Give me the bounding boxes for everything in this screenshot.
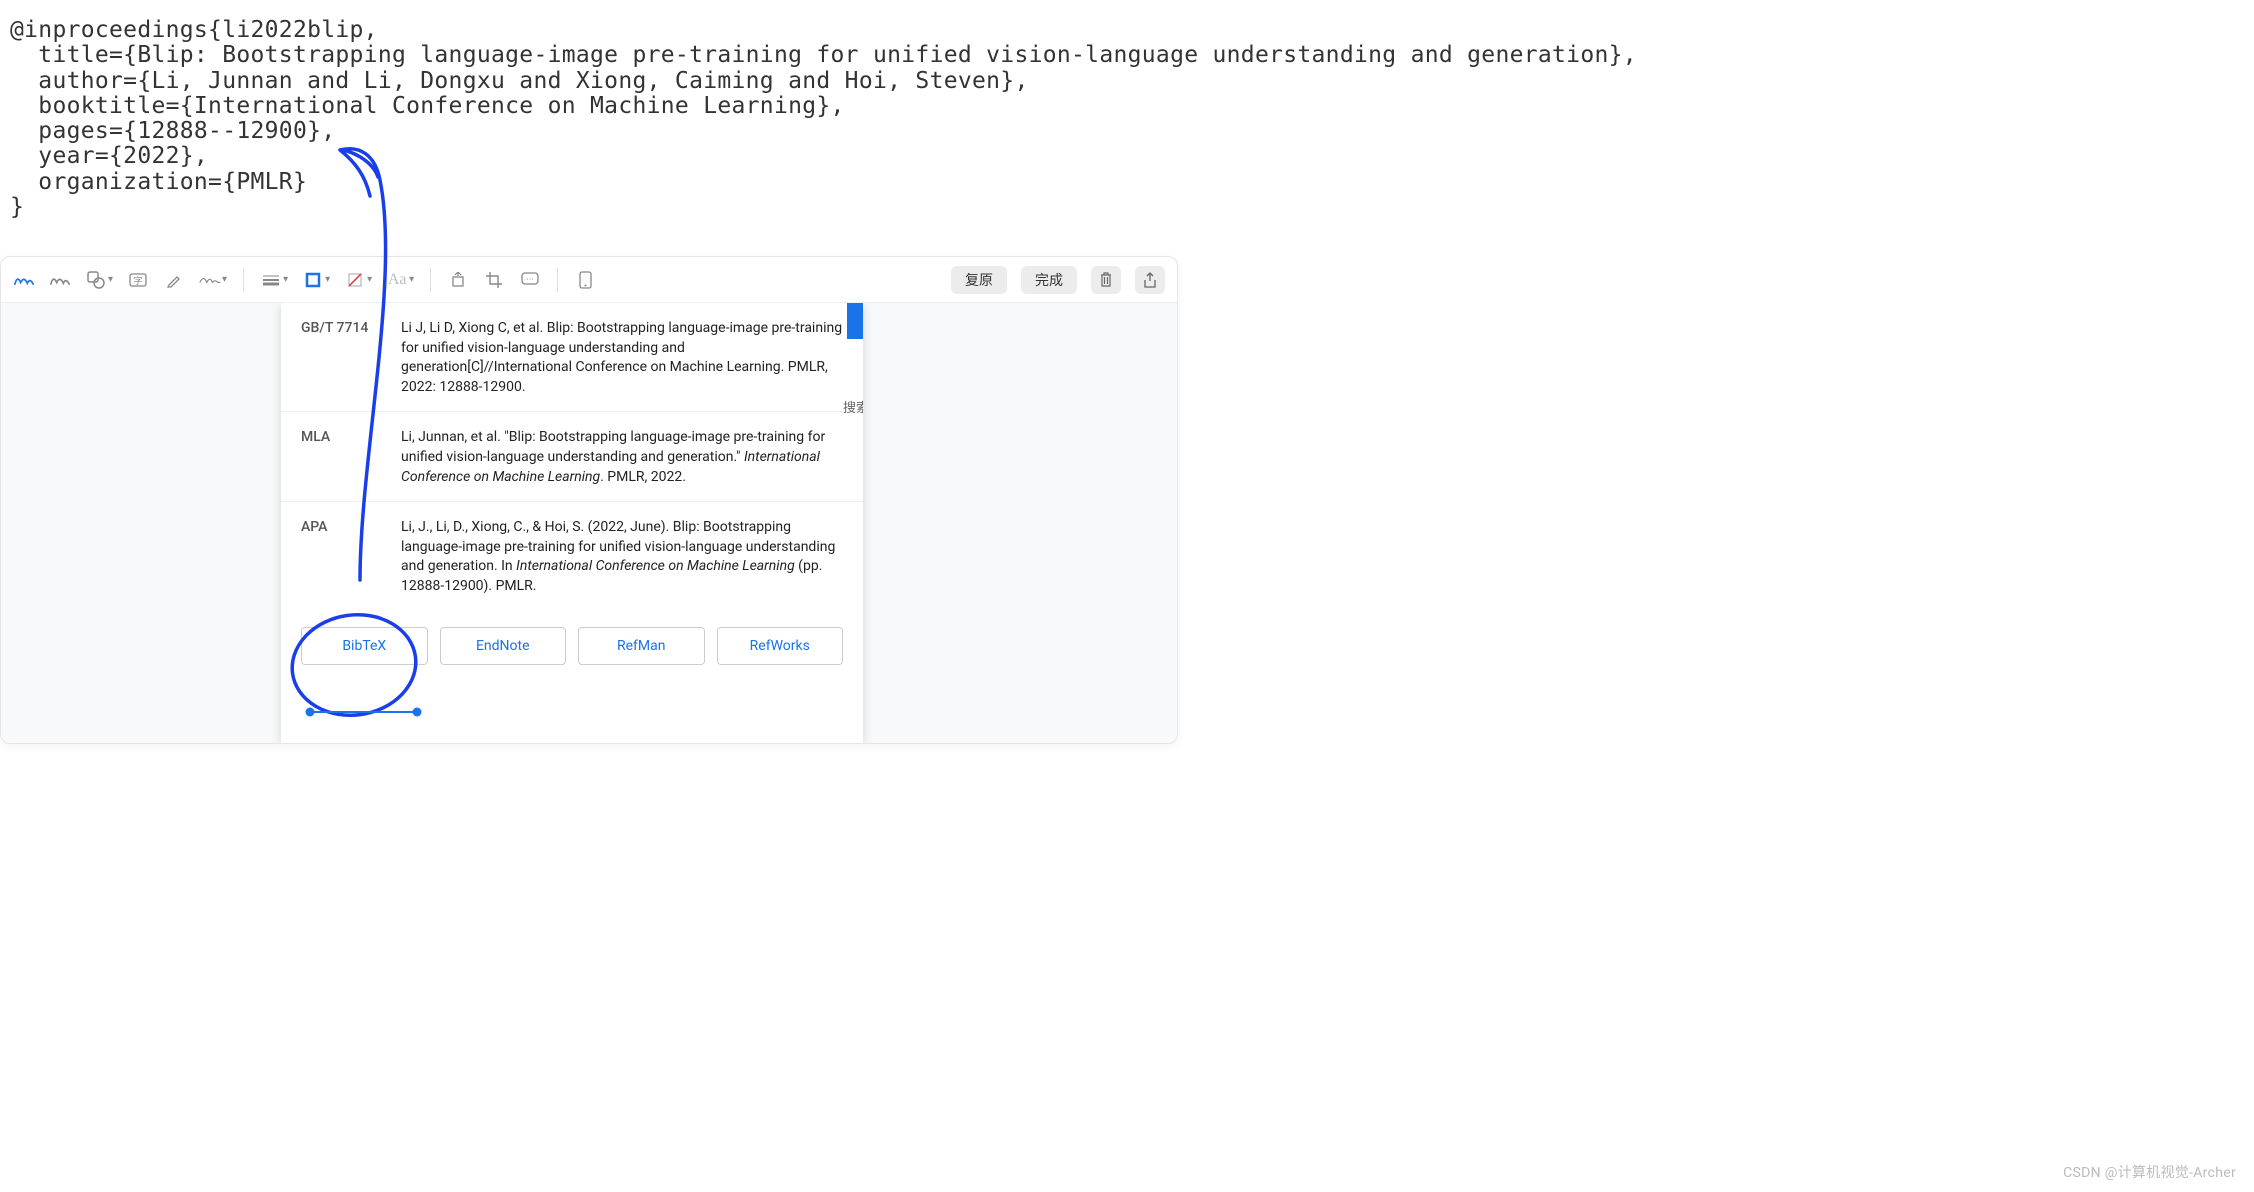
code-line: pages={12888--12900}, — [10, 118, 335, 144]
share-button[interactable] — [1135, 266, 1165, 294]
shape-icon — [85, 269, 107, 291]
watermark: CSDN @计算机视觉-Archer — [2063, 1162, 2236, 1182]
divider — [430, 268, 431, 292]
svg-text:⋯: ⋯ — [527, 275, 534, 283]
fill-color-icon — [344, 269, 366, 291]
pen-tool-icon[interactable] — [13, 269, 35, 291]
chevron-down-icon: ▾ — [283, 274, 288, 285]
toolbar: ▾ 字 ▾ ▾ ▾ — [1, 257, 1177, 303]
delete-button[interactable] — [1091, 266, 1121, 294]
undo-button[interactable]: 复原 — [951, 266, 1007, 294]
chevron-down-icon: ▾ — [367, 274, 372, 285]
fill-color-tool[interactable]: ▾ — [344, 269, 372, 291]
text-box-icon[interactable]: 字 — [127, 269, 149, 291]
citation-text[interactable]: Li J, Li D, Xiong C, et al. Blip: Bootst… — [401, 319, 843, 397]
chevron-down-icon: ▾ — [108, 274, 113, 285]
export-endnote-button[interactable]: EndNote — [440, 627, 567, 665]
citation-row-apa: APA Li, J., Li, D., Xiong, C., & Hoi, S.… — [281, 502, 863, 610]
citation-row-gbt: GB/T 7714 Li J, Li D, Xiong C, et al. Bl… — [281, 303, 863, 412]
brush-tool-icon[interactable] — [49, 269, 71, 291]
code-line: author={Li, Junnan and Li, Dongxu and Xi… — [10, 68, 1029, 94]
side-text: 搜索 — [843, 397, 863, 416]
citation-suffix: . PMLR, 2022. — [600, 469, 686, 485]
code-line: title={Blip: Bootstrapping language-imag… — [10, 42, 1637, 68]
signature-icon — [199, 269, 221, 291]
rotate-icon[interactable] — [447, 269, 469, 291]
citation-label: GB/T 7714 — [301, 319, 401, 397]
citation-label: MLA — [301, 428, 401, 487]
citation-text[interactable]: Li, Junnan, et al. "Blip: Bootstrapping … — [401, 428, 843, 487]
signature-tool[interactable]: ▾ — [199, 269, 227, 291]
line-icon — [260, 269, 282, 291]
code-line: @inproceedings{li2022blip, — [10, 17, 378, 43]
code-line: year={2022}, — [10, 143, 208, 169]
line-style-tool[interactable]: ▾ — [260, 269, 288, 291]
divider — [557, 268, 558, 292]
code-line: } — [10, 194, 24, 220]
content-area: 搜索 GB/T 7714 Li J, Li D, Xiong C, et al.… — [1, 303, 1177, 743]
chevron-down-icon: ▾ — [222, 274, 227, 285]
crop-icon[interactable] — [483, 269, 505, 291]
svg-text:字: 字 — [134, 275, 143, 287]
text-style-tool[interactable]: Aa ▾ — [386, 269, 414, 291]
citation-row-mla: MLA Li, Junnan, et al. "Blip: Bootstrapp… — [281, 412, 863, 502]
citation-panel: 搜索 GB/T 7714 Li J, Li D, Xiong C, et al.… — [281, 303, 863, 743]
export-refman-button[interactable]: RefMan — [578, 627, 705, 665]
citation-italic: International Conference on Machine Lear… — [516, 558, 795, 574]
code-line: organization={PMLR} — [10, 169, 307, 195]
chevron-down-icon: ▾ — [409, 274, 414, 285]
text-style-icon: Aa — [386, 269, 408, 291]
highlighter-icon[interactable] — [163, 269, 185, 291]
stroke-color-icon — [302, 269, 324, 291]
done-button[interactable]: 完成 — [1021, 266, 1077, 294]
side-badge — [847, 303, 863, 339]
citation-text[interactable]: Li, J., Li, D., Xiong, C., & Hoi, S. (20… — [401, 518, 843, 596]
speech-bubble-icon[interactable]: ⋯ — [519, 269, 541, 291]
export-bibtex-button[interactable]: BibTeX — [301, 627, 428, 665]
export-row: BibTeX EndNote RefMan RefWorks — [281, 611, 863, 681]
stroke-color-tool[interactable]: ▾ — [302, 269, 330, 291]
shape-tool[interactable]: ▾ — [85, 269, 113, 291]
citation-label: APA — [301, 518, 401, 596]
bibtex-code-block: @inproceedings{li2022blip, title={Blip: … — [0, 0, 2254, 220]
export-refworks-button[interactable]: RefWorks — [717, 627, 844, 665]
chevron-down-icon: ▾ — [325, 274, 330, 285]
screenshot-editor-window: ▾ 字 ▾ ▾ ▾ — [0, 256, 1178, 744]
device-icon[interactable] — [574, 269, 596, 291]
code-line: booktitle={International Conference on M… — [10, 93, 845, 119]
divider — [243, 268, 244, 292]
